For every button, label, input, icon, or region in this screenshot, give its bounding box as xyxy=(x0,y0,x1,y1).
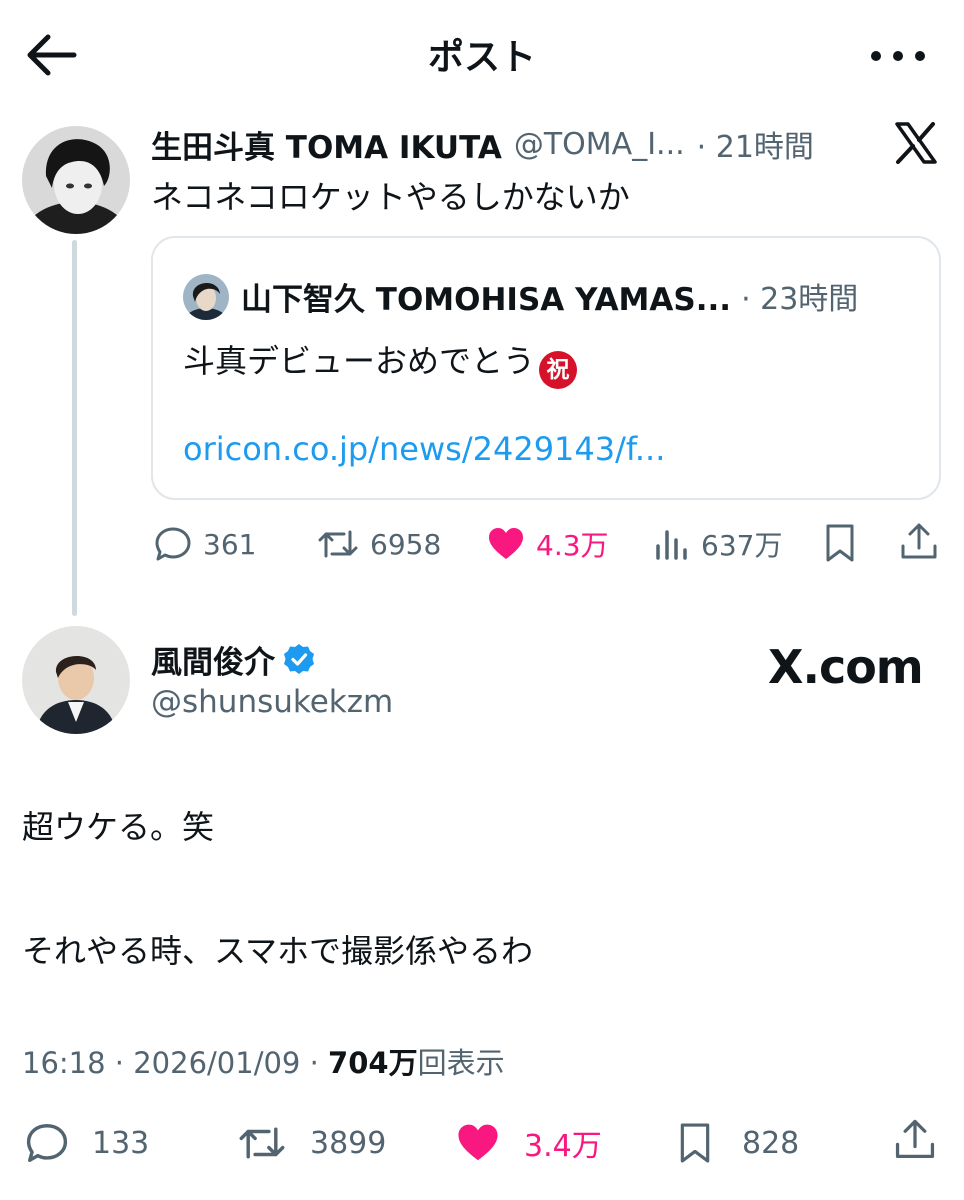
reply-reply-button[interactable]: 133 xyxy=(24,1118,149,1168)
bookmark-button[interactable] xyxy=(822,522,858,566)
views-count: 637万 xyxy=(701,529,783,562)
bookmark-icon xyxy=(826,524,854,562)
reply-bookmark-button[interactable]: 828 xyxy=(676,1118,799,1168)
verified-badge-icon xyxy=(284,644,314,674)
view-count: 704万 xyxy=(328,1046,418,1080)
repost-button[interactable]: 6958 xyxy=(316,522,441,566)
post-time[interactable]: · 21時間 xyxy=(697,122,814,166)
author-handle[interactable]: @TOMA_I... xyxy=(514,127,685,162)
author-name[interactable]: 生田斗真 TOMA IKUTA xyxy=(151,122,502,167)
more-horizontal-icon xyxy=(871,51,925,61)
reply-repost-button[interactable]: 3899 xyxy=(236,1118,386,1168)
like-count: 4.3万 xyxy=(536,529,609,562)
views-chart-icon xyxy=(656,530,687,560)
like-button[interactable]: 4.3万 xyxy=(486,522,609,566)
post-timestamp[interactable]: 16:18 · 2026/01/09 · xyxy=(22,1046,328,1080)
thread-line xyxy=(72,240,77,616)
reply-handle[interactable]: @shunsukekzm xyxy=(151,684,393,720)
reply-author-name[interactable]: 風間俊介 xyxy=(151,637,275,682)
share-button[interactable] xyxy=(898,520,940,564)
reply-like-button[interactable]: 3.4万 xyxy=(454,1118,602,1168)
reply-text-line-2: それやる時、スマホで撮影係やるわ xyxy=(22,932,534,970)
reply-bookmark-count: 828 xyxy=(742,1125,800,1161)
post-header: 生田斗真 TOMA IKUTA @TOMA_I... · 21時間 xyxy=(151,122,881,166)
reply-share-button[interactable] xyxy=(892,1116,938,1166)
quote-time: · 23時間 xyxy=(741,282,859,317)
views-button[interactable]: 637万 xyxy=(653,522,782,566)
more-button[interactable] xyxy=(862,36,934,76)
post-text: ネコネコロケットやるしかないか xyxy=(151,178,630,216)
reply-count: 361 xyxy=(203,527,257,561)
post-meta: 16:18 · 2026/01/09 · 704万回表示 xyxy=(22,1040,505,1082)
avatar[interactable] xyxy=(22,126,130,234)
reply-author-row: 風間俊介 xyxy=(151,636,315,682)
repost-icon xyxy=(239,1127,285,1159)
reply-repost-count: 3899 xyxy=(310,1125,387,1161)
reply-reply-count: 133 xyxy=(92,1125,150,1161)
source-watermark: X.com xyxy=(768,640,924,694)
quote-author-name: 山下智久 TOMOHISA YAMAS... xyxy=(241,281,732,318)
reply-avatar[interactable] xyxy=(22,626,130,734)
reply-text-line-1: 超ウケる。笑 xyxy=(22,808,215,846)
celebration-emoji: 祝 xyxy=(539,351,578,389)
quote-avatar xyxy=(183,274,229,320)
quoted-post[interactable]: 山下智久 TOMOHISA YAMAS... · 23時間 斗真デビューおめでと… xyxy=(151,236,941,500)
page-title: ポスト xyxy=(427,37,536,78)
heart-filled-icon xyxy=(489,528,523,559)
x-logo-icon xyxy=(895,122,937,164)
x-logo-button[interactable] xyxy=(894,122,938,164)
reply-like-count: 3.4万 xyxy=(524,1129,602,1164)
share-icon xyxy=(901,523,937,559)
heart-filled-icon xyxy=(458,1124,498,1161)
quote-text-content: 斗真デビューおめでとう xyxy=(183,342,536,380)
bookmark-icon xyxy=(680,1123,710,1163)
reply-button[interactable]: 361 xyxy=(153,522,256,566)
share-icon xyxy=(895,1119,935,1158)
quote-header: 山下智久 TOMOHISA YAMAS... · 23時間 xyxy=(241,274,931,318)
view-count-suffix: 回表示 xyxy=(417,1046,505,1080)
quote-link[interactable]: oricon.co.jp/news/2429143/f... xyxy=(183,430,665,468)
reply-icon xyxy=(155,527,191,561)
repost-count: 6958 xyxy=(370,527,442,561)
repost-icon xyxy=(318,530,358,558)
quote-text: 斗真デビューおめでとう祝 xyxy=(183,336,578,389)
reply-icon xyxy=(26,1124,68,1162)
